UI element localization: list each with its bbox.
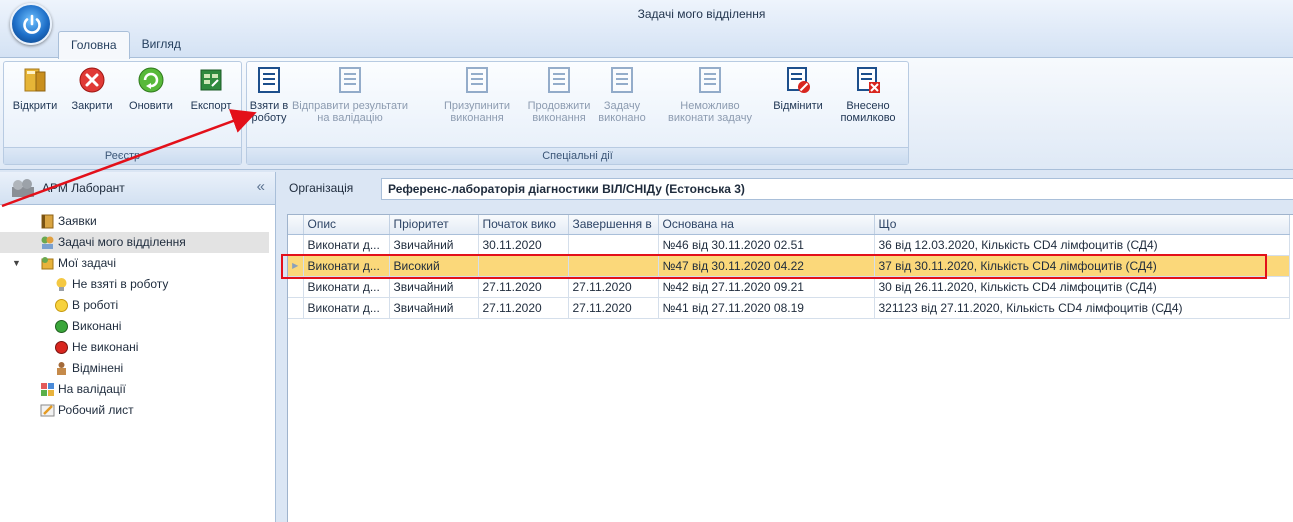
cell-end: 27.11.2020 <box>568 276 659 298</box>
task-list-icon <box>336 66 364 94</box>
cell-start: 27.11.2020 <box>478 276 569 298</box>
export-sheet-icon <box>197 66 225 94</box>
refresh-button[interactable]: Оновити <box>122 66 180 112</box>
navigation-panel-title: АРМ Лаборант <box>42 181 125 195</box>
red-dot-icon <box>54 340 69 355</box>
cell-description: Виконати д... <box>303 234 390 256</box>
tree-item-worksheet[interactable]: Робочий лист <box>0 400 275 421</box>
cell-start: 30.11.2020 <box>478 234 569 256</box>
cell-what: 321123 від 27.11.2020, Кількість CD4 лім… <box>874 297 1290 319</box>
navigation-panel: АРМ Лаборант « Заявки Задачі мого відділ… <box>0 172 276 522</box>
ribbon-group-special-actions: Взяти в роботу Відправити результати на … <box>246 61 909 165</box>
bulb-icon <box>54 277 69 292</box>
cell-priority: Звичайний <box>389 297 479 319</box>
row-indicator <box>288 276 304 298</box>
task-done-button[interactable]: Задачу виконано <box>587 66 657 124</box>
cell-end: 27.11.2020 <box>568 297 659 319</box>
close-button[interactable]: Закрити <box>64 66 120 112</box>
ribbon-group-caption: Спеціальні дії <box>247 147 908 164</box>
cell-what: 36 від 12.03.2020, Кількість CD4 лімфоци… <box>874 234 1290 256</box>
annotation-highlight-box <box>281 254 1267 279</box>
worksheet-icon <box>40 403 55 418</box>
row-indicator <box>288 297 304 319</box>
suspend-button[interactable]: Призупинити виконання <box>437 66 517 124</box>
organization-bar: Організація Референс-лабораторія діагнос… <box>277 172 1293 205</box>
column-header-start[interactable]: Початок вико <box>478 215 569 235</box>
cancel-task-button[interactable]: Відмінити <box>767 66 829 112</box>
column-header-end[interactable]: Завершення в <box>568 215 659 235</box>
column-header-priority[interactable]: Пріоритет <box>389 215 479 235</box>
cell-priority: Звичайний <box>389 276 479 298</box>
refresh-green-icon <box>137 66 165 94</box>
task-list-icon <box>255 66 283 94</box>
navigation-tree: Заявки Задачі мого відділення ▼ Мої зада… <box>0 205 275 421</box>
task-list-icon <box>463 66 491 94</box>
task-cancel-icon <box>784 66 812 94</box>
cell-end <box>568 234 659 256</box>
row-indicator-header <box>288 215 304 235</box>
green-dot-icon <box>54 319 69 334</box>
yellow-dot-icon <box>54 298 69 313</box>
my-tasks-icon <box>40 256 55 271</box>
export-button[interactable]: Експорт <box>182 66 240 112</box>
department-tasks-icon <box>40 235 55 250</box>
column-header-description[interactable]: Опис <box>303 215 390 235</box>
table-row[interactable]: Виконати д... Звичайний 27.11.2020 27.11… <box>288 297 1290 319</box>
close-red-icon <box>78 66 106 94</box>
tree-item-my-tasks[interactable]: ▼ Мої задачі <box>0 253 275 274</box>
cell-based-on: №41 від 27.11.2020 08.19 <box>658 297 875 319</box>
entered-by-mistake-button[interactable]: Внесено помилково <box>833 66 903 124</box>
organization-label: Організація <box>289 181 354 195</box>
take-to-work-button[interactable]: Взяти в роботу <box>249 66 289 124</box>
collapse-panel-button[interactable]: « <box>257 178 265 195</box>
window-title: Задачі мого відділення <box>637 7 766 21</box>
tree-item-requests[interactable]: Заявки <box>0 211 275 232</box>
tree-item-validation[interactable]: На валідації <box>0 379 275 400</box>
tree-item-completed[interactable]: Виконані <box>0 316 275 337</box>
cell-priority: Звичайний <box>389 234 479 256</box>
title-bar: Задачі мого відділення Головна Вигляд <box>0 0 1293 59</box>
task-list-icon <box>545 66 573 94</box>
cell-description: Виконати д... <box>303 297 390 319</box>
column-header-based-on[interactable]: Основана на <box>658 215 875 235</box>
validation-icon <box>40 382 55 397</box>
row-indicator <box>288 234 304 256</box>
tree-item-cancelled[interactable]: Відмінені <box>0 358 275 379</box>
cell-description: Виконати д... <box>303 276 390 298</box>
cell-start: 27.11.2020 <box>478 297 569 319</box>
tree-item-in-progress[interactable]: В роботі <box>0 295 275 316</box>
ribbon-group-caption: Реєстр <box>4 147 241 164</box>
tree-item-not-completed[interactable]: Не виконані <box>0 337 275 358</box>
task-error-icon <box>854 66 882 94</box>
cannot-perform-button[interactable]: Неможливо виконати задачу <box>661 66 759 124</box>
table-row[interactable]: Виконати д... Звичайний 30.11.2020 №46 в… <box>288 234 1290 256</box>
navigation-panel-header: АРМ Лаборант « <box>0 172 275 205</box>
ribbon-group-registry: Відкрити Закрити Оновити Експорт Реєстр <box>3 61 242 165</box>
tab-view[interactable]: Вигляд <box>130 31 193 58</box>
column-header-what[interactable]: Що <box>874 215 1290 235</box>
expander-open-icon[interactable]: ▼ <box>12 253 21 274</box>
requests-icon <box>40 214 55 229</box>
cell-based-on: №42 від 27.11.2020 09.21 <box>658 276 875 298</box>
tab-home[interactable]: Головна <box>58 31 130 59</box>
open-folder-icon <box>21 66 49 94</box>
table-row[interactable]: Виконати д... Звичайний 27.11.2020 27.11… <box>288 276 1290 298</box>
cell-based-on: №46 від 30.11.2020 02.51 <box>658 234 875 256</box>
task-list-icon <box>608 66 636 94</box>
task-list-icon <box>696 66 724 94</box>
tree-item-department-tasks[interactable]: Задачі мого відділення <box>0 232 269 253</box>
ribbon: Відкрити Закрити Оновити Експорт Реєстр <box>0 58 1293 170</box>
organization-field[interactable]: Референс-лабораторія діагностики ВІЛ/СНІ… <box>381 178 1293 200</box>
send-for-validation-button[interactable]: Відправити результати на валідацію <box>291 66 409 124</box>
lab-workstation-icon <box>10 177 36 202</box>
ribbon-tabs: Головна Вигляд <box>58 26 193 59</box>
cell-what: 30 від 26.11.2020, Кількість CD4 лімфоци… <box>874 276 1290 298</box>
open-button[interactable]: Відкрити <box>6 66 64 112</box>
tree-item-not-taken[interactable]: Не взяті в роботу <box>0 274 275 295</box>
cancelled-icon <box>54 361 69 376</box>
table-header-row: Опис Пріоритет Початок вико Завершення в… <box>288 215 1290 235</box>
